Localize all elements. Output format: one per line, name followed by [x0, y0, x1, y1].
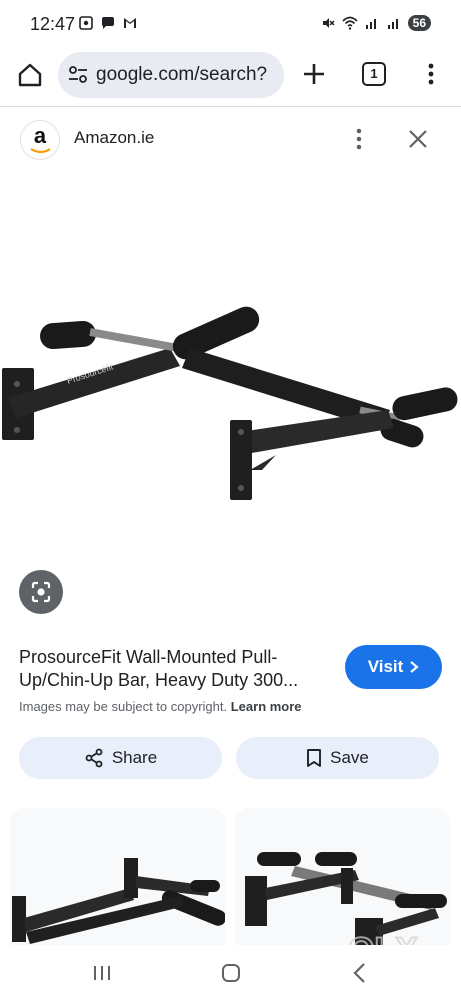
copyright-notice: Images may be subject to copyright. Lear… — [19, 699, 302, 714]
lens-button[interactable] — [19, 570, 63, 614]
toolbar-divider — [0, 106, 461, 107]
chat-bubble-icon — [102, 17, 114, 29]
new-tab-icon[interactable] — [300, 60, 328, 88]
visit-button[interactable]: Visit — [345, 645, 442, 689]
learn-more-link[interactable]: Learn more — [231, 699, 302, 714]
save-button[interactable]: Save — [236, 737, 439, 779]
wifi-icon — [342, 16, 358, 30]
url-text: google.com/search? — [96, 64, 268, 85]
share-label: Share — [111, 748, 158, 767]
amazon-logo-letter: a — [33, 123, 47, 148]
visit-label: Visit — [367, 657, 404, 676]
signal-icon — [387, 19, 398, 29]
product-image[interactable]: Prosourcefit — [0, 170, 461, 550]
address-bar[interactable]: google.com/search? — [58, 52, 284, 98]
related-image[interactable] — [10, 808, 225, 958]
chevron-right-icon — [410, 661, 420, 673]
copyright-text: Images may be subject to copyright. — [19, 699, 228, 714]
system-nav-bar — [0, 945, 461, 1000]
home-icon[interactable] — [16, 61, 44, 89]
status-left-icons — [78, 15, 138, 31]
battery-indicator: 56 — [407, 15, 431, 31]
bookmark-icon — [307, 749, 322, 767]
lens-icon — [31, 581, 51, 603]
result-title[interactable]: ProsourceFit Wall-Mounted Pull-Up/Chin-U… — [19, 646, 335, 692]
status-bar: 12:47 56 — [0, 0, 461, 48]
status-right-icons: 56 — [320, 15, 431, 31]
recent-apps-icon[interactable] — [92, 964, 112, 982]
close-icon[interactable] — [406, 127, 430, 151]
save-label: Save — [330, 748, 369, 767]
more-vert-icon[interactable] — [426, 62, 436, 86]
source-name[interactable]: Amazon.ie — [74, 128, 154, 148]
browser-toolbar: google.com/search? 1 — [0, 48, 461, 104]
amazon-smile-icon — [30, 148, 51, 153]
mute-icon — [322, 18, 335, 28]
more-vert-icon[interactable] — [352, 127, 366, 151]
source-header: a Amazon.ie — [0, 108, 461, 168]
tab-switcher-button[interactable]: 1 — [362, 62, 386, 86]
site-settings-icon[interactable] — [68, 66, 88, 84]
screenshot-icon — [79, 16, 93, 30]
back-icon[interactable] — [352, 962, 368, 984]
status-time: 12:47 — [30, 14, 76, 34]
share-icon — [85, 748, 103, 768]
share-button[interactable]: Share — [19, 737, 222, 779]
signal-icon — [365, 19, 376, 29]
home-nav-icon[interactable] — [221, 963, 241, 983]
amazon-logo: a — [20, 120, 60, 160]
gmail-icon — [124, 18, 136, 28]
